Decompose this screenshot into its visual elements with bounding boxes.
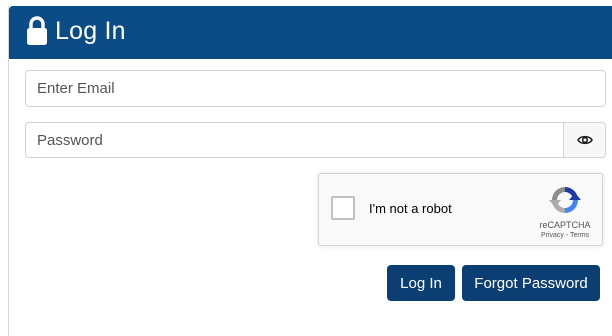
- recaptcha-label: I'm not a robot: [369, 201, 452, 216]
- login-header: Log In: [9, 6, 612, 59]
- password-group: [25, 122, 606, 158]
- show-password-button[interactable]: [563, 122, 606, 158]
- recaptcha-privacy-link[interactable]: Privacy: [541, 232, 564, 239]
- page-title: Log In: [55, 17, 126, 45]
- password-input[interactable]: [25, 122, 564, 158]
- forgot-password-button[interactable]: Forgot Password: [462, 265, 600, 301]
- recaptcha-brand: reCAPTCHA: [539, 220, 591, 230]
- login-button[interactable]: Log In: [387, 265, 455, 301]
- recaptcha-logo-icon: [549, 187, 581, 213]
- eye-icon: [576, 135, 593, 145]
- email-input[interactable]: [25, 70, 606, 107]
- recaptcha-terms-link[interactable]: Terms: [570, 232, 589, 239]
- lock-icon: [27, 16, 47, 45]
- login-card: Log In I'm not a robot reCAPTCHA Privacy…: [8, 6, 612, 336]
- recaptcha-widget: I'm not a robot reCAPTCHA Privacy - Term…: [318, 173, 603, 246]
- recaptcha-checkbox[interactable]: [331, 196, 355, 220]
- recaptcha-links: Privacy - Terms: [530, 232, 600, 240]
